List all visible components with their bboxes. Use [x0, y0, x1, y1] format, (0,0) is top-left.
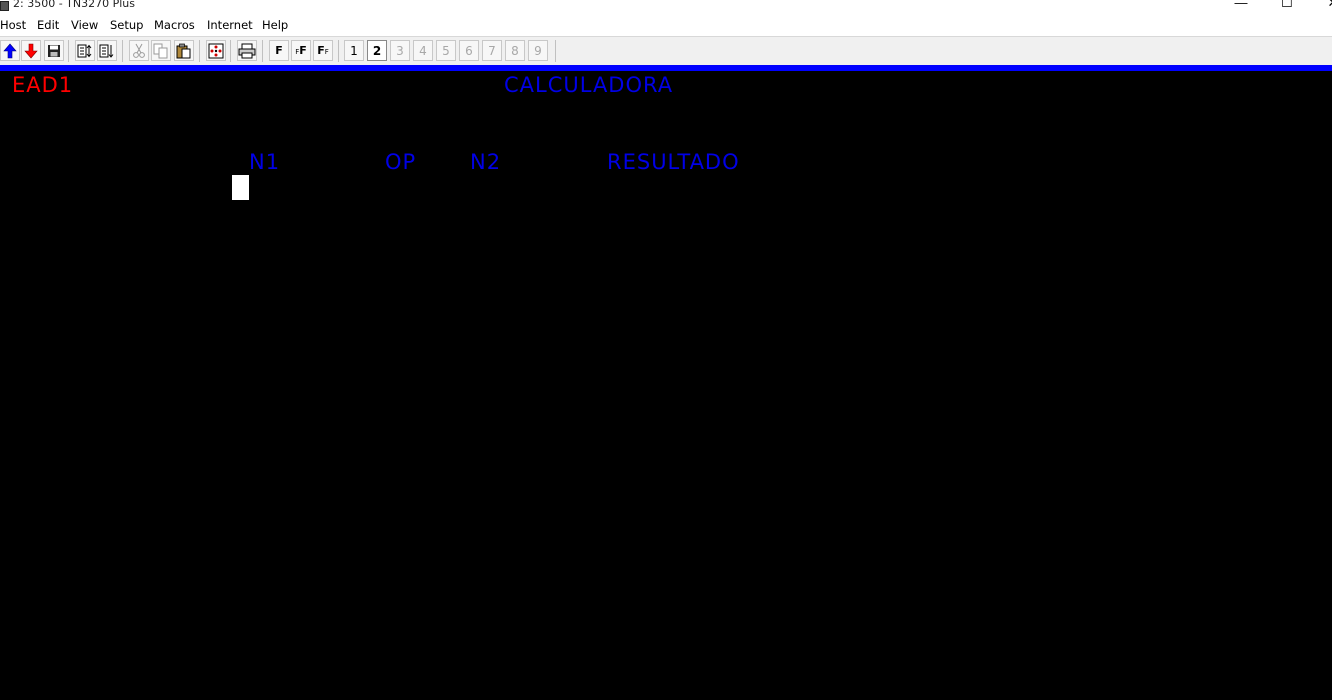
menu-help[interactable]: Help [262, 17, 288, 33]
session-button-5[interactable]: 5 [436, 40, 456, 61]
session-button-9[interactable]: 9 [528, 40, 548, 61]
session-button-2[interactable]: 2 [367, 40, 387, 61]
toolbar-separator [199, 40, 200, 62]
header-n1: N1 [249, 150, 281, 174]
close-button[interactable]: ✕ [1310, 0, 1332, 12]
font-button-small-label: F [324, 48, 329, 56]
save-icon[interactable] [44, 40, 64, 61]
program-id: EAD1 [12, 73, 74, 97]
header-resultado: RESULTADO [607, 150, 740, 174]
font-button-label: F [299, 44, 307, 57]
receive-file-icon[interactable] [97, 40, 117, 61]
menu-macros[interactable]: Macros [154, 17, 195, 33]
send-file-icon[interactable] [75, 40, 95, 61]
keypad-icon[interactable] [206, 40, 226, 61]
copy-icon[interactable] [151, 40, 171, 61]
toolbar-separator [262, 40, 263, 62]
app-icon [0, 1, 9, 11]
toolbar-separator [122, 40, 123, 62]
font-button-small[interactable]: FF [313, 40, 333, 61]
menu-host[interactable]: Host [0, 17, 26, 33]
menu-bar: Host Edit View Setup Macros Internet Hel… [0, 16, 1332, 34]
menu-view[interactable]: View [71, 17, 98, 33]
font-button-label: F [317, 44, 325, 57]
toolbar-separator [230, 40, 231, 62]
paste-icon[interactable] [174, 40, 194, 61]
toolbar-separator [555, 40, 556, 62]
session-button-6[interactable]: 6 [459, 40, 479, 61]
screen-title: CALCULADORA [504, 73, 674, 97]
toolbar-separator [338, 40, 339, 62]
header-n2: N2 [470, 150, 502, 174]
print-icon[interactable] [237, 40, 257, 61]
session-button-7[interactable]: 7 [482, 40, 502, 61]
toolbar-separator [68, 40, 69, 62]
font-button-large[interactable]: F [269, 40, 289, 61]
font-button-label: F [275, 44, 283, 57]
session-button-1[interactable]: 1 [344, 40, 364, 61]
toolbar: F FF FF 1 2 3 4 5 6 7 8 9 [0, 36, 1332, 65]
session-button-4[interactable]: 4 [413, 40, 433, 61]
font-button-medium[interactable]: FF [291, 40, 311, 61]
menu-internet[interactable]: Internet [207, 17, 253, 33]
menu-edit[interactable]: Edit [37, 17, 59, 33]
text-cursor[interactable] [232, 175, 249, 200]
maximize-button[interactable]: ☐ [1264, 0, 1310, 12]
session-button-8[interactable]: 8 [505, 40, 525, 61]
minimize-button[interactable]: — [1218, 0, 1264, 12]
menu-setup[interactable]: Setup [110, 17, 143, 33]
upload-arrow-icon[interactable] [0, 40, 20, 61]
download-arrow-icon[interactable] [21, 40, 41, 61]
session-button-3[interactable]: 3 [390, 40, 410, 61]
window-title: 2: 3500 - TN3270 Plus [13, 0, 135, 10]
title-bar: 2: 3500 - TN3270 Plus — ☐ ✕ [0, 0, 1332, 14]
header-op: OP [385, 150, 417, 174]
terminal-screen[interactable]: EAD1 CALCULADORA N1 OP N2 RESULTADO [0, 71, 1332, 700]
cut-icon[interactable] [129, 40, 149, 61]
